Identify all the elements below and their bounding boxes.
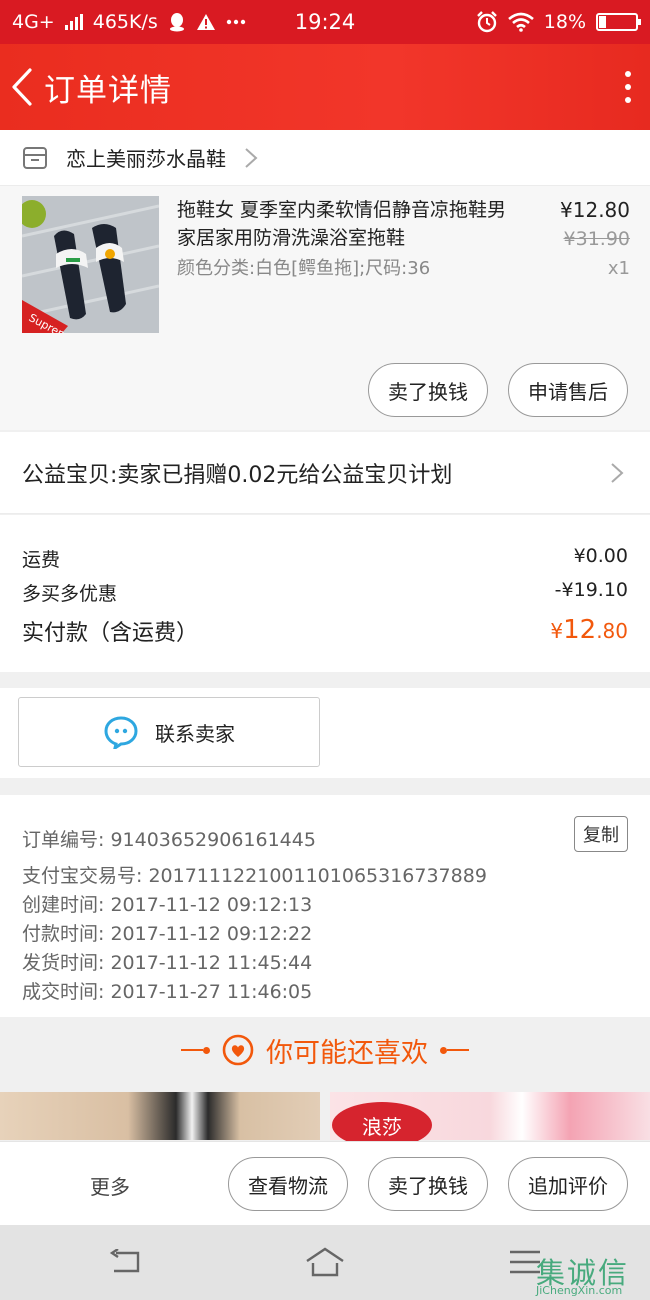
more-menu-button[interactable] xyxy=(606,44,650,130)
more-button[interactable]: 更多 xyxy=(90,1171,130,1200)
decor-line-left xyxy=(181,1046,210,1054)
item-original-price: ¥31.90 xyxy=(563,228,630,250)
more-dots-icon xyxy=(226,19,245,25)
recommend-header: 你可能还喜欢 xyxy=(0,1019,650,1081)
sell-button[interactable]: 卖了换钱 xyxy=(368,363,488,417)
status-bar: 4G+ 465K/s 19:24 18% xyxy=(0,0,650,44)
nav-home-button[interactable] xyxy=(305,1245,345,1279)
sell-button[interactable]: 卖了换钱 xyxy=(368,1157,488,1211)
order-number: 订单编号: 91403652906161445 xyxy=(22,829,316,851)
signal-icon xyxy=(64,14,83,30)
order-item[interactable]: Supreme 拖鞋女 夏季室内柔软情侣静音凉拖鞋男家居家用防滑洗澡浴室拖鞋 颜… xyxy=(0,186,650,333)
total-integer: 12 xyxy=(563,615,597,645)
order-card: 恋上美丽莎水晶鞋 Supreme 拖鞋女 夏季室内柔软情侣静音凉拖鞋男家居家用防… xyxy=(0,130,650,430)
watermark-url: JiChengXin.com xyxy=(536,1284,623,1297)
heart-icon xyxy=(222,1034,254,1066)
back-arrow-icon xyxy=(12,68,32,106)
qq-icon xyxy=(169,13,184,32)
created-time: 创建时间: 2017-11-12 09:12:13 xyxy=(22,894,313,916)
contact-seller-button[interactable]: 联系卖家 xyxy=(18,697,320,767)
alipay-trade-number: 支付宝交易号: 2017111221001101065316737889 xyxy=(22,865,487,887)
battery-percent: 18% xyxy=(543,11,586,33)
contact-seller-label: 联系卖家 xyxy=(155,721,235,746)
shop-row[interactable]: 恋上美丽莎水晶鞋 xyxy=(0,130,650,186)
shop-icon xyxy=(23,146,47,169)
discount-row: 多买多优惠 -¥19.10 xyxy=(22,579,628,606)
warning-icon xyxy=(196,14,215,30)
watermark: 集诚信 JiChengXin.com xyxy=(532,1250,650,1300)
bottom-action-bar: 更多 查看物流 卖了换钱 追加评价 xyxy=(0,1141,650,1225)
item-spec: 颜色分类:白色[鳄鱼拖];尺码:36 xyxy=(177,258,431,279)
item-title: 拖鞋女 夏季室内柔软情侣静音凉拖鞋男家居家用防滑洗澡浴室拖鞋 xyxy=(177,199,507,249)
contact-section: 联系卖家 xyxy=(0,688,650,778)
shop-name: 恋上美丽莎水晶鞋 xyxy=(66,147,226,171)
total-currency: ¥ xyxy=(550,619,564,643)
nav-back-icon xyxy=(109,1249,140,1273)
paid-time: 付款时间: 2017-11-12 09:12:22 xyxy=(22,923,313,945)
after-sale-button[interactable]: 申请售后 xyxy=(508,363,628,417)
shipping-row: 运费 ¥0.00 xyxy=(22,545,628,572)
shipping-label: 运费 xyxy=(22,549,61,571)
recommend-product-image[interactable] xyxy=(0,1092,320,1140)
back-button[interactable] xyxy=(0,44,44,130)
decor-line-right xyxy=(440,1046,469,1054)
network-type: 4G+ xyxy=(12,11,55,33)
product-image[interactable]: Supreme xyxy=(22,196,159,333)
title-bar: 订单详情 xyxy=(0,44,650,130)
recommend-product-image[interactable]: 浪莎 xyxy=(330,1092,650,1148)
wifi-icon xyxy=(507,12,534,32)
battery-icon xyxy=(596,13,641,31)
nav-back-button[interactable] xyxy=(105,1245,145,1279)
charity-text: 公益宝贝:卖家已捐赠0.02元给公益宝贝计划 xyxy=(22,462,453,488)
charity-row[interactable]: 公益宝贝:卖家已捐赠0.02元给公益宝贝计划 xyxy=(0,432,650,514)
total-decimal: .80 xyxy=(596,619,628,643)
chat-bubble-icon xyxy=(104,716,138,749)
chevron-right-icon xyxy=(611,463,624,483)
copy-button[interactable]: 复制 xyxy=(574,816,628,852)
discount-value: -¥19.10 xyxy=(554,579,628,601)
slipper-image: Supreme xyxy=(22,196,159,333)
total-row: 实付款（含运费） ¥12.80 xyxy=(22,615,628,647)
shipping-value: ¥0.00 xyxy=(573,545,628,567)
item-price: ¥12.80 xyxy=(560,198,630,222)
alarm-icon xyxy=(476,11,497,33)
total-price: ¥12.80 xyxy=(550,615,628,647)
view-logistics-button[interactable]: 查看物流 xyxy=(228,1157,348,1211)
network-speed: 465K/s xyxy=(92,11,158,33)
discount-label: 多买多优惠 xyxy=(22,583,118,605)
nav-home-icon xyxy=(306,1247,344,1277)
recommend-title: 你可能还喜欢 xyxy=(266,1037,428,1069)
total-label: 实付款（含运费） xyxy=(22,621,199,646)
add-review-button[interactable]: 追加评价 xyxy=(508,1157,628,1211)
fee-summary: 运费 ¥0.00 多买多优惠 -¥19.10 实付款（含运费） ¥12.80 xyxy=(0,515,650,672)
shipped-time: 发货时间: 2017-11-12 11:45:44 xyxy=(22,952,313,974)
chevron-right-icon xyxy=(245,147,258,168)
page-title: 订单详情 xyxy=(44,72,172,109)
order-info: 订单编号: 91403652906161445 支付宝交易号: 20171112… xyxy=(0,795,650,1017)
completed-time: 成交时间: 2017-11-27 11:46:05 xyxy=(22,981,313,1003)
item-quantity: x1 xyxy=(607,258,630,279)
